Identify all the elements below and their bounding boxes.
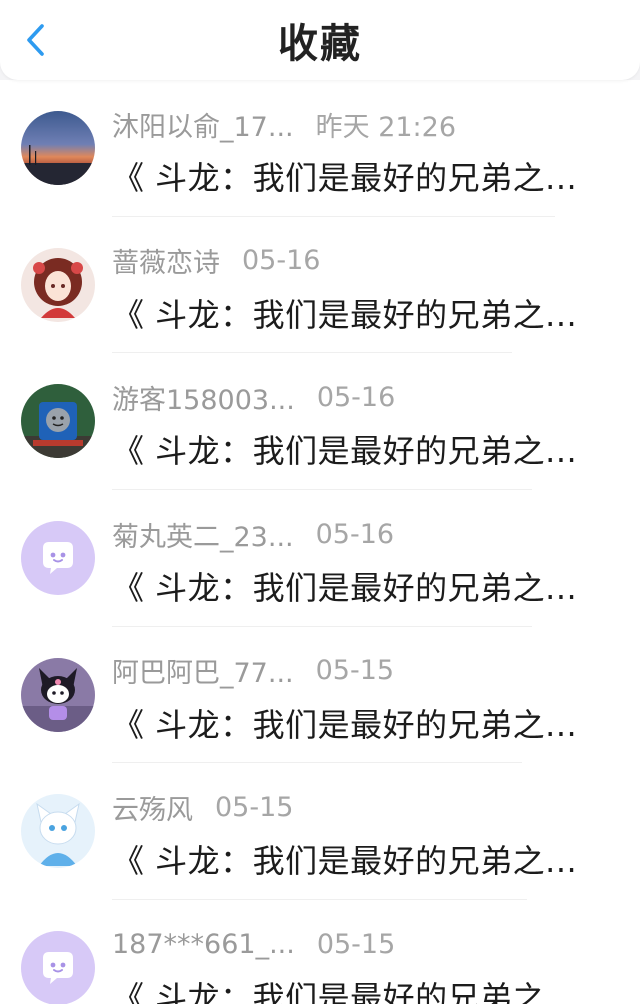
avatar[interactable]	[21, 794, 95, 869]
item-title: 《 斗龙：我们是最好的兄弟之...	[112, 295, 578, 334]
timestamp: 05-16	[315, 518, 395, 550]
list-item[interactable]: 蔷薇恋诗 05-16 《 斗龙：我们是最好的兄弟之...	[0, 217, 640, 354]
user-name[interactable]: 沐阳以俞_17...	[112, 105, 294, 144]
train-avatar	[21, 384, 95, 459]
avatar[interactable]	[21, 384, 95, 459]
avatar[interactable]	[21, 931, 95, 1004]
list-item[interactable]: 沐阳以俞_17... 昨天 21:26 《 斗龙：我们是最好的兄弟之...	[0, 80, 640, 217]
user-name[interactable]: 游客158003...	[112, 378, 295, 417]
item-meta: 阿巴阿巴_77... 05-15	[112, 653, 394, 689]
item-title: 《 斗龙：我们是最好的兄弟之...	[112, 432, 578, 471]
timestamp: 05-15	[316, 928, 396, 960]
list-item[interactable]: 187***661_... 05-15 《 斗龙：我们是最好的兄弟之...	[0, 900, 640, 1004]
timestamp: 昨天 21:26	[315, 111, 457, 143]
list-item[interactable]: 菊丸英二_23... 05-16 《 斗龙：我们是最好的兄弟之...	[0, 490, 640, 627]
anime-girl-avatar	[21, 247, 95, 322]
item-meta: 蔷薇恋诗 05-16	[112, 243, 320, 279]
list-item[interactable]: 阿巴阿巴_77... 05-15 《 斗龙：我们是最好的兄弟之...	[0, 627, 640, 764]
item-title: 《 斗龙：我们是最好的兄弟之...	[112, 569, 578, 608]
user-name[interactable]: 云殇风	[112, 788, 193, 827]
white-cat-girl-avatar	[21, 794, 95, 869]
timestamp: 05-15	[215, 791, 294, 823]
top-bar: 收藏	[0, 0, 640, 80]
item-title: 《 斗龙：我们是最好的兄弟之...	[112, 979, 578, 1004]
item-meta: 云殇风 05-15	[112, 788, 294, 827]
list-item[interactable]: 游客158003... 05-16 《 斗龙：我们是最好的兄弟之...	[0, 353, 640, 491]
default-chat-avatar	[21, 521, 95, 596]
timestamp: 05-15	[315, 655, 395, 687]
item-title: 《 斗龙：我们是最好的兄弟之...	[112, 705, 578, 744]
user-name[interactable]: 阿巴阿巴_77...	[112, 651, 294, 690]
avatar[interactable]	[21, 247, 95, 322]
item-meta: 沐阳以俞_17... 昨天 21:26	[112, 105, 457, 144]
item-title: 《 斗龙：我们是最好的兄弟之...	[112, 159, 578, 197]
avatar[interactable]	[21, 111, 95, 185]
item-title: 《 斗龙：我们是最好的兄弟之...	[112, 842, 578, 881]
item-meta: 游客158003... 05-16	[112, 378, 396, 417]
user-name[interactable]: 187***661_...	[112, 929, 295, 960]
default-chat-avatar	[21, 931, 95, 1004]
favorites-list: 沐阳以俞_17... 昨天 21:26 《 斗龙：我们是最好的兄弟之... 蔷薇…	[0, 80, 640, 1004]
user-name[interactable]: 菊丸英二_23...	[112, 515, 294, 554]
timestamp: 05-16	[242, 245, 321, 277]
item-meta: 187***661_... 05-15	[112, 926, 395, 962]
avatar[interactable]	[21, 657, 95, 732]
user-name[interactable]: 蔷薇恋诗	[112, 241, 220, 280]
avatar[interactable]	[21, 521, 95, 596]
page-title: 收藏	[278, 21, 362, 67]
item-meta: 菊丸英二_23... 05-16	[112, 515, 395, 554]
timestamp: 05-16	[316, 381, 396, 413]
favorites-screen: 收藏 沐阳以俞_17... 昨天 21:26 《 斗龙：我们是最好的兄弟之...…	[0, 0, 640, 1004]
sunset-landscape-avatar	[21, 111, 95, 185]
kuromi-avatar	[21, 657, 95, 732]
list-item[interactable]: 云殇风 05-15 《 斗龙：我们是最好的兄弟之...	[0, 763, 640, 901]
